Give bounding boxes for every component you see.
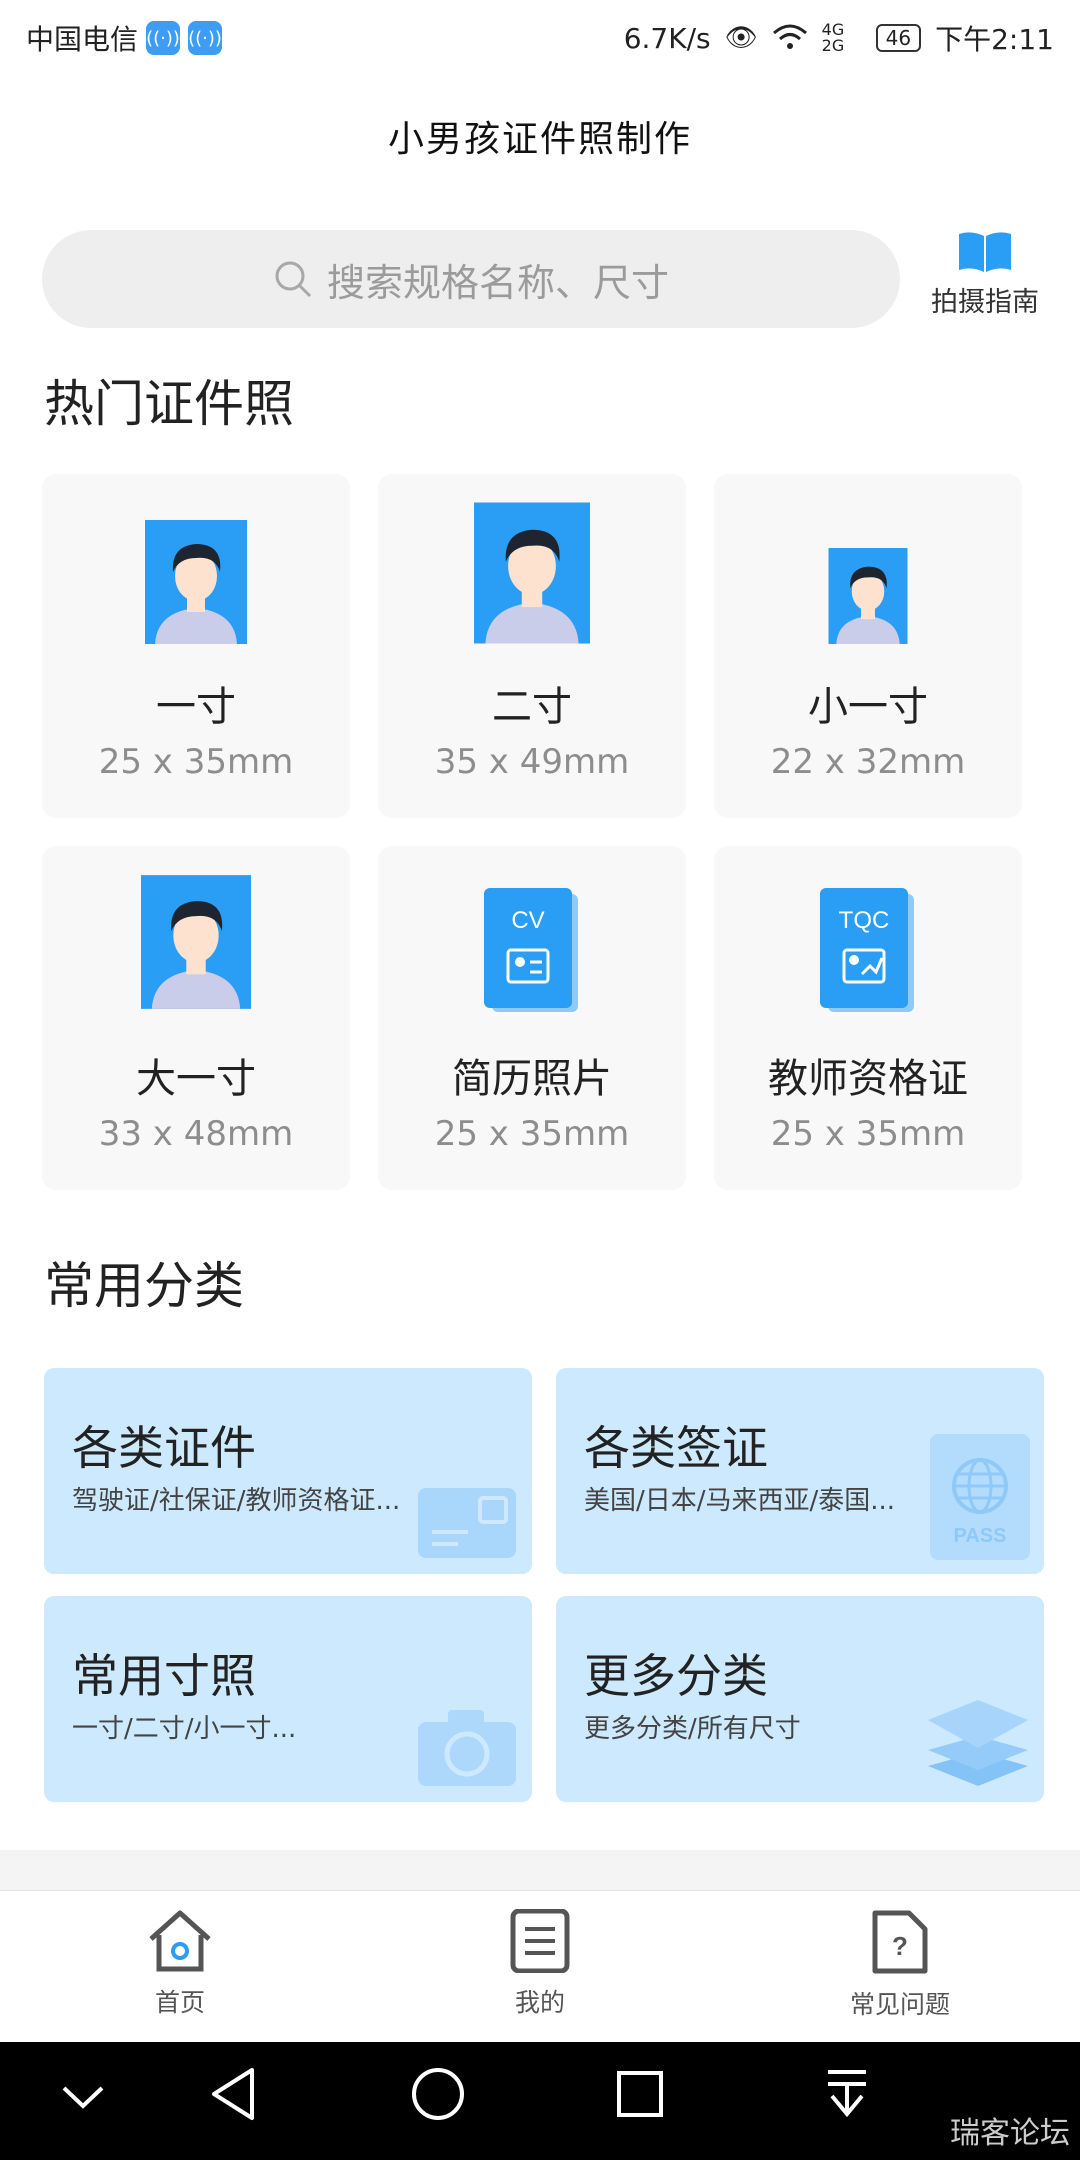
shooting-guide-button[interactable]: 拍摄指南 bbox=[920, 228, 1050, 328]
spec-name: 教师资格证 bbox=[768, 1056, 968, 1102]
search-placeholder: 搜索规格名称、尺寸 bbox=[326, 260, 669, 305]
portrait-icon bbox=[828, 548, 908, 644]
category-common-sizes[interactable]: 常用寸照 一寸/二寸/小一寸... bbox=[44, 1596, 532, 1802]
spec-size: 25 x 35mm bbox=[98, 742, 294, 782]
tab-label: 常见问题 bbox=[849, 1990, 950, 2019]
spec-name: 大一寸 bbox=[136, 1056, 256, 1102]
category-section-title: 常用分类 bbox=[44, 1257, 244, 1315]
category-subtitle: 更多分类/所有尺寸 bbox=[584, 1714, 801, 1744]
svg-text:?: ? bbox=[892, 1931, 908, 1961]
back-icon[interactable] bbox=[208, 2066, 258, 2122]
hd-call-icon: ((·)) bbox=[188, 21, 223, 55]
spec-name: 小一寸 bbox=[808, 684, 928, 730]
tqc-badge-text: TQC bbox=[839, 907, 890, 934]
collapse-chevron-icon[interactable] bbox=[60, 2082, 106, 2112]
carrier-label: 中国电信 bbox=[26, 23, 139, 56]
search-icon bbox=[275, 261, 312, 298]
spec-size: 22 x 32mm bbox=[770, 742, 966, 782]
layers-icon bbox=[928, 1700, 1028, 1786]
category-visas[interactable]: 各类签证 美国/日本/马来西亚/泰国... PASS bbox=[556, 1368, 1044, 1574]
system-navigation-bar: 瑞客论坛 bbox=[0, 2042, 1080, 2160]
clock: 下午2:11 bbox=[935, 23, 1054, 56]
category-subtitle: 驾驶证/社保证/教师资格证... bbox=[72, 1486, 401, 1516]
document-icon bbox=[510, 1909, 570, 1973]
spec-size: 33 x 48mm bbox=[98, 1114, 294, 1154]
id-card-icon bbox=[418, 1488, 516, 1558]
open-book-icon bbox=[959, 232, 1011, 272]
portrait-icon bbox=[145, 520, 247, 644]
recents-square-icon[interactable] bbox=[616, 2070, 664, 2118]
category-title: 各类签证 bbox=[584, 1421, 768, 1475]
spec-card-resume[interactable]: CV 简历照片 25 x 35mm bbox=[378, 846, 686, 1190]
category-subtitle: 一寸/二寸/小一寸... bbox=[72, 1714, 297, 1744]
home-icon bbox=[149, 1910, 211, 1972]
tab-label: 首页 bbox=[154, 1988, 205, 2017]
cv-card-icon: CV bbox=[484, 888, 578, 1012]
eye-icon: 👁 bbox=[724, 23, 758, 53]
shooting-guide-label: 拍摄指南 bbox=[931, 287, 1039, 318]
watermark-text: 瑞客论坛 bbox=[950, 2116, 1070, 2151]
spec-card-small-1-inch[interactable]: 小一寸 22 x 32mm bbox=[714, 474, 1022, 818]
category-more[interactable]: 更多分类 更多分类/所有尺寸 bbox=[556, 1596, 1044, 1802]
spec-size: 25 x 35mm bbox=[770, 1114, 966, 1154]
category-title: 常用寸照 bbox=[72, 1649, 256, 1703]
home-circle-icon[interactable] bbox=[410, 2066, 466, 2122]
camera-icon bbox=[418, 1710, 516, 1786]
wifi-icon bbox=[772, 24, 807, 49]
notification-pull-down-icon[interactable] bbox=[822, 2066, 872, 2122]
spec-size: 25 x 35mm bbox=[434, 1114, 630, 1154]
tab-home[interactable]: 首页 bbox=[90, 1909, 270, 2019]
spec-name: 一寸 bbox=[156, 684, 236, 730]
bottom-tab-bar: 首页 我的 ? 常见问题 bbox=[0, 1890, 1080, 2042]
passport-icon-text: PASS bbox=[954, 1525, 1007, 1547]
tqc-card-icon: TQC bbox=[820, 888, 914, 1012]
category-title: 各类证件 bbox=[72, 1421, 256, 1475]
cv-badge-text: CV bbox=[511, 907, 544, 934]
spec-card-large-1-inch[interactable]: 大一寸 33 x 48mm bbox=[42, 846, 350, 1190]
category-title: 更多分类 bbox=[584, 1649, 768, 1703]
tab-mine[interactable]: 我的 bbox=[450, 1909, 630, 2019]
tab-label: 我的 bbox=[514, 1988, 565, 2017]
category-subtitle: 美国/日本/马来西亚/泰国... bbox=[584, 1486, 896, 1516]
passport-icon: PASS bbox=[930, 1434, 1030, 1560]
spec-card-teacher-cert[interactable]: TQC 教师资格证 25 x 35mm bbox=[714, 846, 1022, 1190]
spec-card-2-inch[interactable]: 二寸 35 x 49mm bbox=[378, 474, 686, 818]
status-bar: 中国电信 ((·)) ((·)) 6.7K/s 👁 4G 2G 46 下午2:1… bbox=[0, 0, 1080, 76]
spec-size: 35 x 49mm bbox=[434, 742, 630, 782]
battery-indicator: 46 bbox=[875, 24, 922, 52]
page-title: 小男孩证件照制作 bbox=[387, 119, 692, 160]
search-input[interactable]: 搜索规格名称、尺寸 bbox=[42, 230, 900, 328]
hd-call-icon: ((·)) bbox=[146, 21, 181, 55]
portrait-icon bbox=[474, 502, 590, 644]
portrait-icon bbox=[141, 875, 251, 1009]
section-divider bbox=[0, 1850, 1080, 1890]
network-speed: 6.7K/s bbox=[623, 21, 711, 55]
help-file-icon: ? bbox=[872, 1910, 928, 1974]
spec-card-1-inch[interactable]: 一寸 25 x 35mm bbox=[42, 474, 350, 818]
spec-name: 二寸 bbox=[492, 684, 572, 730]
category-documents[interactable]: 各类证件 驾驶证/社保证/教师资格证... bbox=[44, 1368, 532, 1574]
hot-section-title: 热门证件照 bbox=[44, 375, 294, 433]
signal-label: 4G 2G bbox=[821, 20, 845, 55]
spec-name: 简历照片 bbox=[452, 1056, 612, 1102]
tab-faq[interactable]: ? 常见问题 bbox=[810, 1909, 990, 2021]
